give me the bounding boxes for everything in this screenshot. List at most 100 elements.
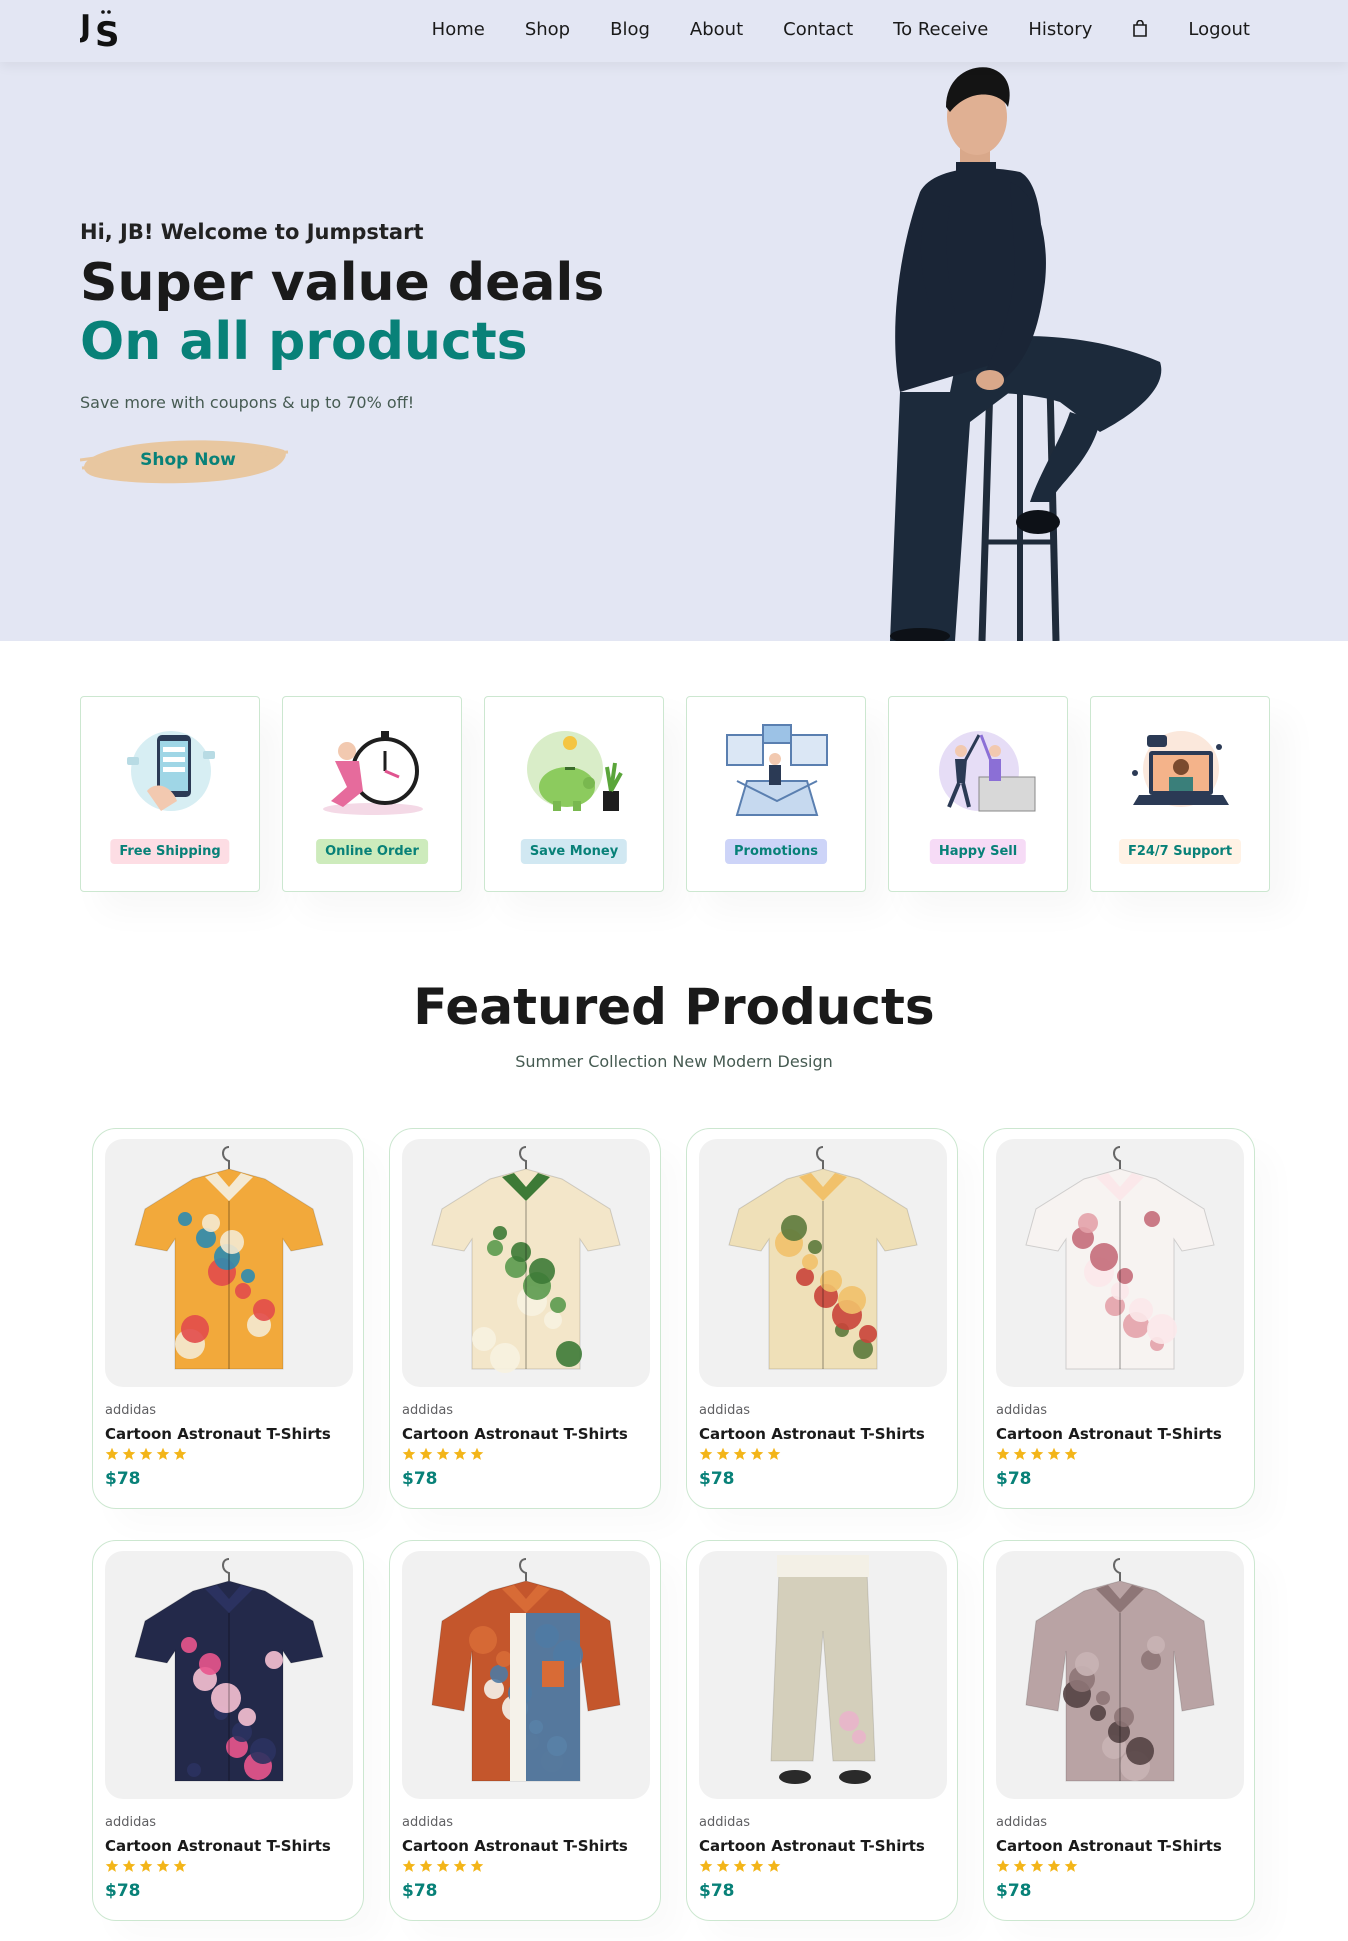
star-icon [733,1859,747,1872]
feature-label: Online Order [316,839,428,864]
star-icon [436,1447,450,1460]
product-brand: addidas [699,1403,751,1418]
cart-link[interactable] [1132,20,1148,38]
nav-shop[interactable]: Shop [525,19,570,40]
feature-label: Promotions [725,839,827,864]
star-icon [699,1447,713,1460]
product-card[interactable]: addidas Cartoon Astronaut T-Shirts $78 [686,1540,958,1921]
product-image [431,1146,621,1373]
product-card[interactable]: addidas Cartoon Astronaut T-Shirts $78 [92,1128,364,1509]
phone-shopping-illustration [127,731,215,811]
product-name: Cartoon Astronaut T-Shirts [402,1837,628,1855]
product-rating [105,1447,190,1461]
nav-contact[interactable]: Contact [783,19,853,40]
nav-about[interactable]: About [690,19,743,40]
product-name: Cartoon Astronaut T-Shirts [699,1425,925,1443]
star-icon [156,1447,170,1460]
product-card[interactable]: addidas Cartoon Astronaut T-Shirts $78 [389,1540,661,1921]
star-icon [699,1859,713,1872]
feature-label: Happy Sell [929,839,1027,864]
product-price: $78 [105,1881,141,1901]
product-card[interactable]: addidas Cartoon Astronaut T-Shirts $78 [92,1540,364,1921]
product-rating [699,1859,784,1873]
nav-history[interactable]: History [1028,19,1092,40]
star-icon [156,1859,170,1872]
star-icon [1030,1859,1044,1872]
feature-label: Free Shipping [110,839,230,864]
product-image [431,1558,621,1782]
hero-subtitle: Save more with coupons & up to 70% off! [80,393,415,412]
promotions-illustration [726,724,828,816]
product-card[interactable]: addidas Cartoon Astronaut T-Shirts $78 [686,1128,958,1509]
product-image [1025,1558,1215,1782]
product-card[interactable]: addidas Cartoon Astronaut T-Shirts $78 [389,1128,661,1509]
star-icon [453,1447,467,1460]
star-icon [402,1859,416,1872]
star-icon [105,1859,119,1872]
star-icon [139,1859,153,1872]
product-brand: addidas [105,1403,157,1418]
high-five-illustration [939,731,1036,812]
star-icon [122,1447,136,1460]
shop-now-button[interactable]: Shop Now [80,432,300,488]
star-icon [716,1447,730,1460]
product-image-frame [996,1139,1244,1387]
hero-model-image [890,67,1162,641]
product-name: Cartoon Astronaut T-Shirts [402,1425,628,1443]
product-brand: addidas [996,1403,1048,1418]
product-rating [402,1859,487,1873]
featured-products-title: Featured Products [413,978,935,1036]
feature-happy-sell[interactable]: Happy Sell [888,696,1068,892]
product-image-frame [402,1139,650,1387]
product-image-frame [699,1139,947,1387]
feature-save-money[interactable]: Save Money [484,696,664,892]
piggy-bank-illustration [527,731,623,811]
product-image-frame [402,1551,650,1799]
product-price: $78 [996,1469,1032,1489]
star-icon [470,1447,484,1460]
product-rating [699,1447,784,1461]
shopping-bag-icon [1133,20,1148,37]
feature-free-shipping[interactable]: Free Shipping [80,696,260,892]
nav-logout[interactable]: Logout [1188,19,1250,40]
stopwatch-illustration [323,731,423,815]
product-image [134,1146,324,1370]
nav-home[interactable]: Home [432,19,485,40]
star-icon [767,1447,781,1460]
star-icon [1064,1859,1078,1872]
star-icon [996,1859,1010,1872]
product-name: Cartoon Astronaut T-Shirts [996,1425,1222,1443]
shop-now-label: Shop Now [140,450,236,470]
nav-to-receive[interactable]: To Receive [893,19,988,40]
main-nav: Home Shop Blog About Contact To Receive … [392,0,1250,58]
hero-section: Hi, JB! Welcome to Jumpstart Super value… [0,62,1348,641]
jumpstart-logo[interactable]: J S [80,6,130,54]
feature-online-order[interactable]: Online Order [282,696,462,892]
product-name: Cartoon Astronaut T-Shirts [105,1425,331,1443]
star-icon [139,1447,153,1460]
product-image-frame [996,1551,1244,1799]
product-name: Cartoon Astronaut T-Shirts [699,1837,925,1855]
hero-title: Super value deals [80,253,605,313]
star-icon [750,1859,764,1872]
feature-support[interactable]: F24/7 Support [1090,696,1270,892]
star-icon [996,1447,1010,1460]
product-grid: addidas Cartoon Astronaut T-Shirts $78 addi… [92,1128,1258,1923]
product-brand: addidas [996,1815,1048,1830]
star-icon [173,1859,187,1872]
nav-blog[interactable]: Blog [610,19,650,40]
star-icon [402,1447,416,1460]
star-icon [419,1859,433,1872]
feature-promotions[interactable]: Promotions [686,696,866,892]
star-icon [1030,1447,1044,1460]
product-image [728,1146,918,1370]
star-icon [767,1859,781,1872]
product-card[interactable]: addidas Cartoon Astronaut T-Shirts $78 [983,1128,1255,1509]
product-image-frame [105,1551,353,1799]
product-card[interactable]: addidas Cartoon Astronaut T-Shirts $78 [983,1540,1255,1921]
hero-greeting: Hi, JB! Welcome to Jumpstart [80,220,424,244]
product-image [134,1558,324,1782]
star-icon [1047,1859,1061,1872]
feature-label: F24/7 Support [1118,839,1242,864]
product-price: $78 [996,1881,1032,1901]
